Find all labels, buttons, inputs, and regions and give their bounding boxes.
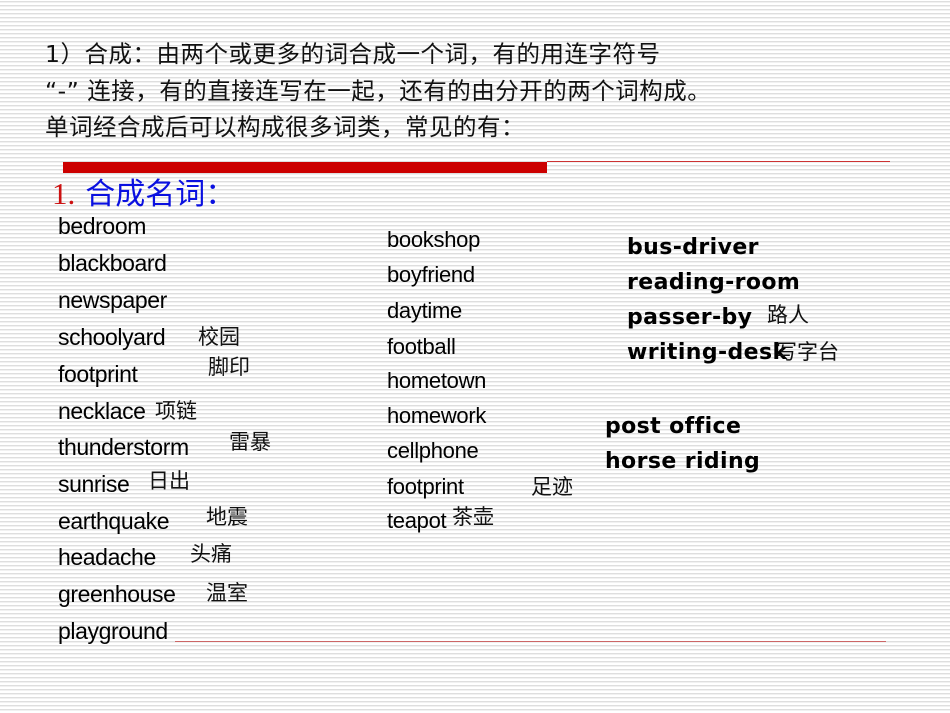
word-item: footprint (387, 474, 464, 499)
word-gloss: 地震 (206, 505, 248, 529)
word-item: schoolyard (58, 324, 166, 350)
word-gloss: 校园 (198, 325, 240, 349)
word-gloss: 茶壶 (452, 505, 494, 529)
intro-line-1: 1）合成：由两个或更多的词合成一个词，有的用连字符号 (45, 40, 661, 68)
word-item: earthquake (58, 508, 170, 534)
word-item: passer-by (627, 305, 753, 330)
word-item: cellphone (387, 438, 479, 463)
word-gloss: 写字台 (776, 340, 839, 364)
word-gloss: 雷暴 (229, 430, 271, 454)
section-label: 合成名词： (85, 177, 236, 212)
word-item: thunderstorm (58, 434, 189, 460)
section-number: 1. (52, 176, 76, 211)
word-item: reading-room (627, 270, 801, 295)
word-gloss: 足迹 (531, 475, 573, 499)
word-item: blackboard (58, 250, 167, 276)
word-gloss: 温室 (206, 581, 248, 605)
word-gloss: 项链 (155, 399, 197, 423)
word-gloss: 日出 (148, 469, 190, 493)
word-item: greenhouse (58, 581, 176, 607)
title-rule-thick (63, 162, 547, 173)
word-item: football (387, 334, 456, 359)
word-item: necklace (58, 398, 146, 424)
word-item: headache (58, 544, 156, 570)
word-gloss: 路人 (767, 303, 809, 327)
word-item: sunrise (58, 471, 130, 497)
word-item: hometown (387, 368, 487, 393)
intro-line-2: “-” 连接，有的直接连写在一起，还有的由分开的两个词构成。 (45, 77, 712, 105)
word-item: teapot (387, 508, 447, 533)
bottom-rule (175, 641, 886, 642)
word-item: playground (58, 618, 168, 644)
word-gloss: 脚印 (208, 355, 250, 379)
word-item: boyfriend (387, 262, 475, 287)
intro-line-3: 单词经合成后可以构成很多词类，常见的有： (45, 113, 525, 141)
word-item: writing-desk (627, 340, 788, 365)
word-item: bookshop (387, 227, 481, 252)
word-item: newspaper (58, 287, 167, 313)
word-item: bedroom (58, 213, 146, 239)
word-item: daytime (387, 298, 462, 323)
title-rule-thin (547, 161, 890, 162)
word-item: horse riding (605, 449, 761, 474)
word-item: post office (605, 414, 742, 439)
word-item: bus-driver (627, 235, 759, 260)
word-gloss: 头痛 (190, 542, 232, 566)
section-title: 1. 合成名词： (52, 174, 235, 215)
word-item: homework (387, 403, 487, 428)
word-item: footprint (58, 361, 138, 387)
